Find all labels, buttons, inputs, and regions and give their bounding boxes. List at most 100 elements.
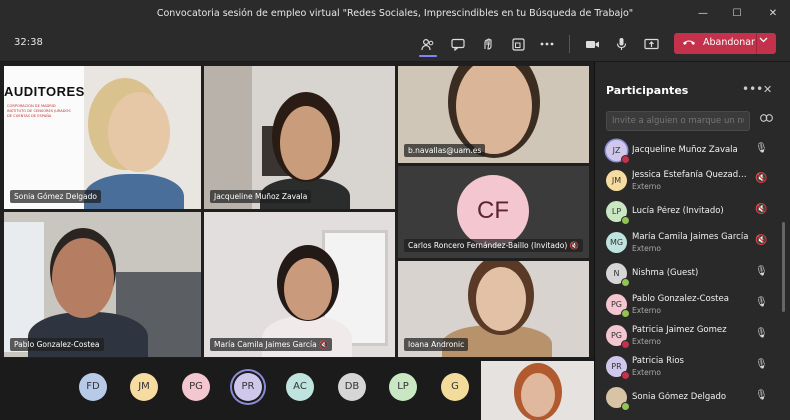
maximize-button[interactable]: ☐ <box>720 0 754 27</box>
person-head <box>521 373 555 417</box>
status-dot <box>621 278 630 287</box>
participant-row[interactable]: MG María Camila Jaimes García Externo 🔇 <box>595 228 779 256</box>
camera-icon[interactable] <box>580 33 604 55</box>
microphone-icon: 🎙 <box>755 328 768 339</box>
auditores-logo: AUDITORES <box>4 84 85 99</box>
participant-row[interactable]: PG Pablo Gonzalez-Costea Externo 🎙 <box>595 290 779 318</box>
participant-name-tag: Ioana Andronic <box>404 338 469 351</box>
person-head <box>284 258 332 320</box>
participant-name-tag: Jacqueline Muñoz Zavala <box>210 190 312 203</box>
minimize-button[interactable]: — <box>686 0 720 27</box>
status-dot <box>621 371 630 380</box>
participant-name: Jessica Estefanía Quezada Moreno <box>632 170 750 180</box>
participant-avatar: MG <box>606 232 627 253</box>
strip-avatar[interactable]: FD <box>79 373 107 401</box>
strip-avatar[interactable]: PG <box>182 373 210 401</box>
status-dot <box>621 155 630 164</box>
person-head <box>456 66 532 154</box>
video-tile-jacqueline[interactable]: Jacqueline Muñoz Zavala <box>204 66 395 209</box>
reactions-icon[interactable] <box>476 33 500 55</box>
participant-name: Patricia Jaimez Gomez <box>632 325 727 335</box>
logo-line-3: DE CUENTAS DE ESPAÑA <box>7 114 52 118</box>
more-options-icon[interactable] <box>535 33 559 55</box>
panel-title: Participantes <box>606 84 689 97</box>
participant-name: María Camila Jaimes García <box>214 340 317 349</box>
share-screen-icon[interactable] <box>639 33 663 55</box>
participant-row[interactable]: Sonia Gómez Delgado 🎙 <box>595 383 779 411</box>
status-dot <box>621 340 630 349</box>
participant-type: Externo <box>632 182 662 191</box>
title-bar: Convocatoria sesión de empleo virtual "R… <box>0 0 790 27</box>
video-tile-carlos[interactable]: CF Carlos Roncero Fernández-Baillo (Invi… <box>398 166 589 258</box>
participant-row[interactable]: JM Jessica Estefanía Quezada Moreno Exte… <box>595 166 779 194</box>
person-head <box>108 92 170 172</box>
toolbar-divider <box>569 35 570 53</box>
strip-avatar[interactable]: AC <box>286 373 314 401</box>
participant-row[interactable]: PG Patricia Jaimez Gomez Externo 🎙 <box>595 321 779 349</box>
participant-name-tag: María Camila Jaimes García 🔇 <box>210 338 333 351</box>
participants-panel: Participantes ••• ✕ JZ Jacqueline Muñoz … <box>594 62 790 420</box>
leave-label: Abandonar <box>703 37 755 48</box>
close-window-button[interactable]: ✕ <box>756 0 790 27</box>
share-link-icon[interactable] <box>760 114 773 125</box>
participant-type: Externo <box>632 368 662 377</box>
self-view[interactable] <box>481 361 594 420</box>
strip-avatar-speaking[interactable]: PR <box>234 373 262 401</box>
video-tile-maria-camila[interactable]: María Camila Jaimes García 🔇 <box>204 212 395 357</box>
microphone-icon: 🎙 <box>755 143 768 154</box>
mic-off-icon: 🔇 <box>755 235 768 246</box>
strip-avatar[interactable]: G <box>441 373 469 401</box>
participant-name: Lucía Pérez (Invitado) <box>632 206 724 216</box>
mic-off-icon: 🔇 <box>569 241 579 250</box>
participant-type: Externo <box>632 337 662 346</box>
video-tile-pablo[interactable]: Pablo Gonzalez-Costea <box>4 212 201 357</box>
participants-icon[interactable] <box>416 33 440 57</box>
microphone-icon: 🎙 <box>755 390 768 401</box>
mic-off-icon: 🔇 <box>755 173 768 184</box>
person-head <box>476 267 526 331</box>
participant-type: Externo <box>632 244 662 253</box>
strip-avatar[interactable]: JM <box>130 373 158 401</box>
invite-input[interactable] <box>606 111 750 131</box>
chat-icon[interactable] <box>446 33 470 55</box>
participant-avatar: CF <box>457 175 529 247</box>
logo-banner: AUDITORES CORPORACIÓN DE MADRID INSTITUT… <box>4 66 84 209</box>
logo-subtitle: CORPORACIÓN DE MADRID INSTITUTO DE CENSO… <box>7 104 85 119</box>
microphone-icon[interactable] <box>609 33 633 55</box>
strip-avatar[interactable]: DB <box>338 373 366 401</box>
meeting-toolbar: 32:38 Abandonar <box>0 27 790 62</box>
video-tile-navallas[interactable]: b.navallas@uam.es <box>398 66 589 163</box>
more-options-icon[interactable]: ••• <box>742 82 763 96</box>
strip-avatar[interactable]: LP <box>389 373 417 401</box>
chevron-down-icon[interactable] <box>759 35 768 46</box>
participant-row[interactable]: PR Patricia Rios Externo 🎙 <box>595 352 779 380</box>
participant-name: Nishma (Guest) <box>632 268 699 278</box>
participant-name-tag: Carlos Roncero Fernández-Baillo (Invitad… <box>404 239 583 252</box>
participant-name-tag: Pablo Gonzalez-Costea <box>10 338 104 351</box>
participant-name-tag: Sonia Gómez Delgado <box>10 190 101 203</box>
participant-name: Patricia Rios <box>632 356 684 366</box>
rooms-icon[interactable] <box>506 33 530 55</box>
participant-name-tag: b.navallas@uam.es <box>404 144 486 157</box>
room-wall <box>204 66 252 209</box>
participant-row[interactable]: JZ Jacqueline Muñoz Zavala 🎙 <box>595 136 779 164</box>
status-dot <box>621 309 630 318</box>
participant-type: Externo <box>632 306 662 315</box>
mic-off-icon: 🔇 <box>319 340 329 349</box>
microphone-icon: 🎙 <box>755 297 768 308</box>
status-dot <box>621 402 630 411</box>
meeting-timer: 32:38 <box>14 37 43 48</box>
participant-avatar: JM <box>606 170 627 191</box>
leave-button[interactable]: Abandonar <box>674 33 776 54</box>
person-head <box>280 106 332 180</box>
close-icon[interactable]: ✕ <box>763 83 772 96</box>
participant-name: María Camila Jaimes García <box>632 232 749 242</box>
video-tile-ioana[interactable]: Ioana Andronic <box>398 261 589 357</box>
panel-scrollbar[interactable] <box>782 222 785 312</box>
participant-row[interactable]: N Nishma (Guest) 🎙 <box>595 259 779 287</box>
participant-row[interactable]: LP Lucía Pérez (Invitado) 🔇 <box>595 197 779 225</box>
window-title: Convocatoria sesión de empleo virtual "R… <box>156 8 634 19</box>
participant-name: Jacqueline Muñoz Zavala <box>632 145 738 155</box>
status-dot <box>621 216 630 225</box>
video-tile-sonia[interactable]: AUDITORES CORPORACIÓN DE MADRID INSTITUT… <box>4 66 201 209</box>
